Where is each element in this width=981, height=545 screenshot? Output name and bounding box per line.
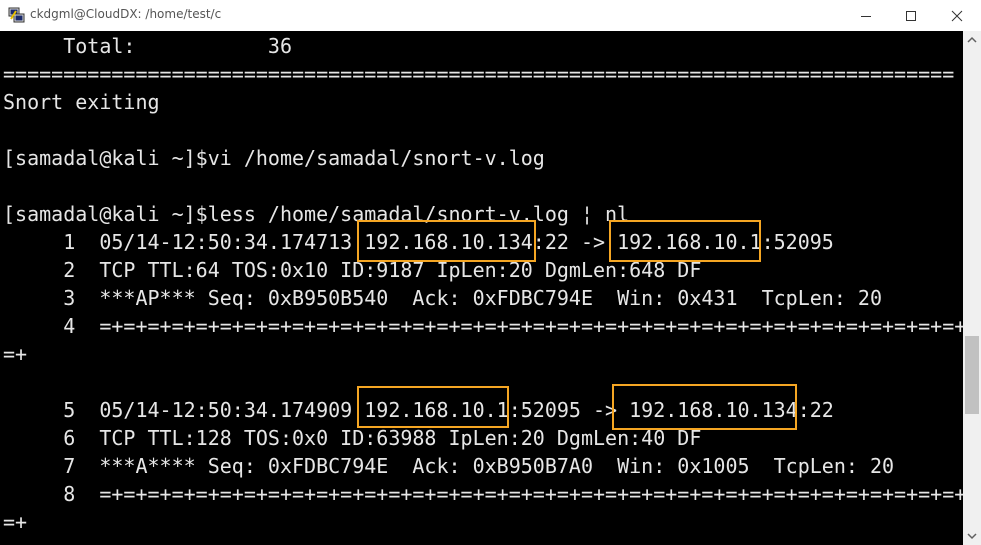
- terminal-line: 8 =+=+=+=+=+=+=+=+=+=+=+=+=+=+=+=+=+=+=+…: [3, 482, 963, 506]
- highlight-box-dst-ip-1: [609, 220, 761, 262]
- terminal-line: Total: 36: [3, 34, 292, 58]
- terminal-line: =+: [3, 510, 28, 534]
- terminal-output[interactable]: Total: 36 ==============================…: [0, 31, 963, 545]
- highlight-box-dst-ip-2: [612, 384, 797, 430]
- window-title: ckdgml@CloudDX: /home/test/c: [30, 7, 222, 21]
- terminal-window: ckdgml@CloudDX: /home/test/c Total: 36 =…: [0, 0, 981, 545]
- terminal-line: 4 =+=+=+=+=+=+=+=+=+=+=+=+=+=+=+=+=+=+=+…: [3, 314, 963, 338]
- terminal-line: [samadal@kali ~]$vi /home/samadal/snort-…: [3, 146, 545, 170]
- maximize-button[interactable]: [888, 0, 934, 31]
- terminal-line: =+: [3, 342, 28, 366]
- close-button[interactable]: [934, 0, 980, 31]
- terminal-line: 6 TCP TTL:128 TOS:0x0 ID:63988 IpLen:20 …: [3, 426, 702, 450]
- minimize-icon: [861, 15, 871, 17]
- vertical-scrollbar[interactable]: [963, 31, 981, 545]
- chevron-up-icon: [967, 36, 977, 43]
- terminal-line: 2 TCP TTL:64 TOS:0x10 ID:9187 IpLen:20 D…: [3, 258, 702, 282]
- title-bar[interactable]: ckdgml@CloudDX: /home/test/c: [0, 0, 981, 31]
- terminal-line: 7 ***A**** Seq: 0xFDBC794E Ack: 0xB950B7…: [3, 454, 895, 478]
- scroll-down-button[interactable]: [963, 527, 981, 545]
- chevron-down-icon: [967, 533, 977, 540]
- scroll-up-button[interactable]: [963, 31, 981, 49]
- highlight-box-src-ip-1: [357, 220, 536, 262]
- highlight-box-src-ip-2: [357, 386, 509, 428]
- terminal-line: Snort exiting: [3, 90, 160, 114]
- putty-icon: [8, 6, 26, 24]
- terminal-line: ========================================…: [3, 62, 955, 86]
- terminal-line: 3 ***AP*** Seq: 0xB950B540 Ack: 0xFDBC79…: [3, 286, 882, 310]
- close-icon: [951, 10, 963, 21]
- maximize-icon: [906, 10, 916, 21]
- scrollbar-thumb[interactable]: [965, 336, 979, 414]
- minimize-button[interactable]: [843, 0, 889, 31]
